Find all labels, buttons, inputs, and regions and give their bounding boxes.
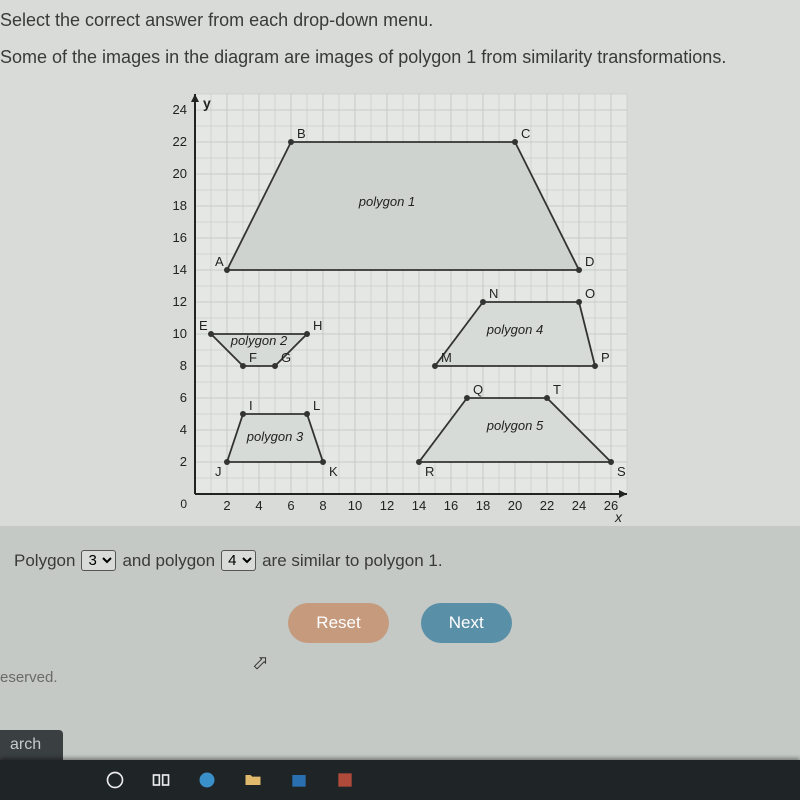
instruction-text: Select the correct answer from each drop… — [0, 10, 790, 31]
svg-text:2: 2 — [223, 498, 230, 513]
edge-icon[interactable] — [196, 769, 218, 791]
svg-text:S: S — [617, 464, 626, 479]
graph-container: 2468101214161820222426246810121416182022… — [0, 78, 790, 526]
svg-text:H: H — [313, 318, 322, 333]
polygon-dropdown-2[interactable]: 2345 — [221, 550, 256, 571]
task-view-icon[interactable] — [150, 769, 172, 791]
reset-button[interactable]: Reset — [288, 603, 388, 643]
svg-text:24: 24 — [572, 498, 586, 513]
svg-text:18: 18 — [173, 198, 187, 213]
answer-prefix: Polygon — [14, 551, 75, 571]
svg-text:10: 10 — [348, 498, 362, 513]
svg-text:L: L — [313, 398, 320, 413]
svg-text:18: 18 — [476, 498, 490, 513]
taskbar-search-tab[interactable]: arch — [0, 730, 63, 760]
svg-text:polygon 1: polygon 1 — [358, 194, 415, 209]
svg-text:2: 2 — [180, 454, 187, 469]
svg-text:24: 24 — [173, 102, 187, 117]
rights-reserved-fragment: eserved. — [0, 661, 800, 694]
cortana-circle-icon[interactable] — [104, 769, 126, 791]
svg-text:12: 12 — [173, 294, 187, 309]
svg-text:polygon 3: polygon 3 — [246, 429, 304, 444]
svg-text:B: B — [297, 126, 306, 141]
svg-text:O: O — [585, 286, 595, 301]
svg-text:C: C — [521, 126, 530, 141]
svg-text:22: 22 — [540, 498, 554, 513]
answer-suffix: are similar to polygon 1. — [262, 551, 442, 571]
svg-text:4: 4 — [180, 422, 187, 437]
svg-text:6: 6 — [180, 390, 187, 405]
svg-text:x: x — [614, 509, 623, 525]
svg-text:22: 22 — [173, 134, 187, 149]
taskbar — [0, 760, 800, 800]
svg-text:J: J — [215, 464, 222, 479]
polygon-dropdown-1[interactable]: 2345 — [81, 550, 116, 571]
svg-text:F: F — [249, 350, 257, 365]
svg-text:polygon 2: polygon 2 — [230, 333, 288, 348]
svg-text:14: 14 — [412, 498, 426, 513]
next-button[interactable]: Next — [421, 603, 512, 643]
svg-text:4: 4 — [255, 498, 262, 513]
svg-text:A: A — [215, 254, 224, 269]
svg-text:T: T — [553, 382, 561, 397]
svg-text:E: E — [199, 318, 208, 333]
folder-icon[interactable] — [242, 769, 264, 791]
svg-text:K: K — [329, 464, 338, 479]
svg-text:N: N — [489, 286, 498, 301]
svg-text:y: y — [203, 95, 211, 111]
svg-text:G: G — [281, 350, 291, 365]
svg-text:20: 20 — [173, 166, 187, 181]
svg-text:R: R — [425, 464, 434, 479]
svg-text:8: 8 — [180, 358, 187, 373]
svg-text:14: 14 — [173, 262, 187, 277]
svg-text:10: 10 — [173, 326, 187, 341]
svg-text:Q: Q — [473, 382, 483, 397]
svg-text:polygon 5: polygon 5 — [486, 418, 544, 433]
svg-text:12: 12 — [380, 498, 394, 513]
svg-text:I: I — [249, 398, 253, 413]
svg-text:M: M — [441, 350, 452, 365]
answer-mid: and polygon — [122, 551, 215, 571]
svg-text:D: D — [585, 254, 594, 269]
svg-text:8: 8 — [319, 498, 326, 513]
svg-text:0: 0 — [180, 497, 187, 511]
svg-text:polygon 4: polygon 4 — [486, 322, 543, 337]
svg-text:6: 6 — [287, 498, 294, 513]
svg-text:20: 20 — [508, 498, 522, 513]
svg-text:16: 16 — [444, 498, 458, 513]
answer-sentence: Polygon 2345 and polygon 2345 are simila… — [0, 526, 800, 595]
app-icon[interactable] — [334, 769, 356, 791]
store-icon[interactable] — [288, 769, 310, 791]
coordinate-graph: 2468101214161820222426246810121416182022… — [155, 86, 635, 526]
sub-instruction-text: Some of the images in the diagram are im… — [0, 47, 790, 68]
svg-text:16: 16 — [173, 230, 187, 245]
svg-text:P: P — [601, 350, 610, 365]
